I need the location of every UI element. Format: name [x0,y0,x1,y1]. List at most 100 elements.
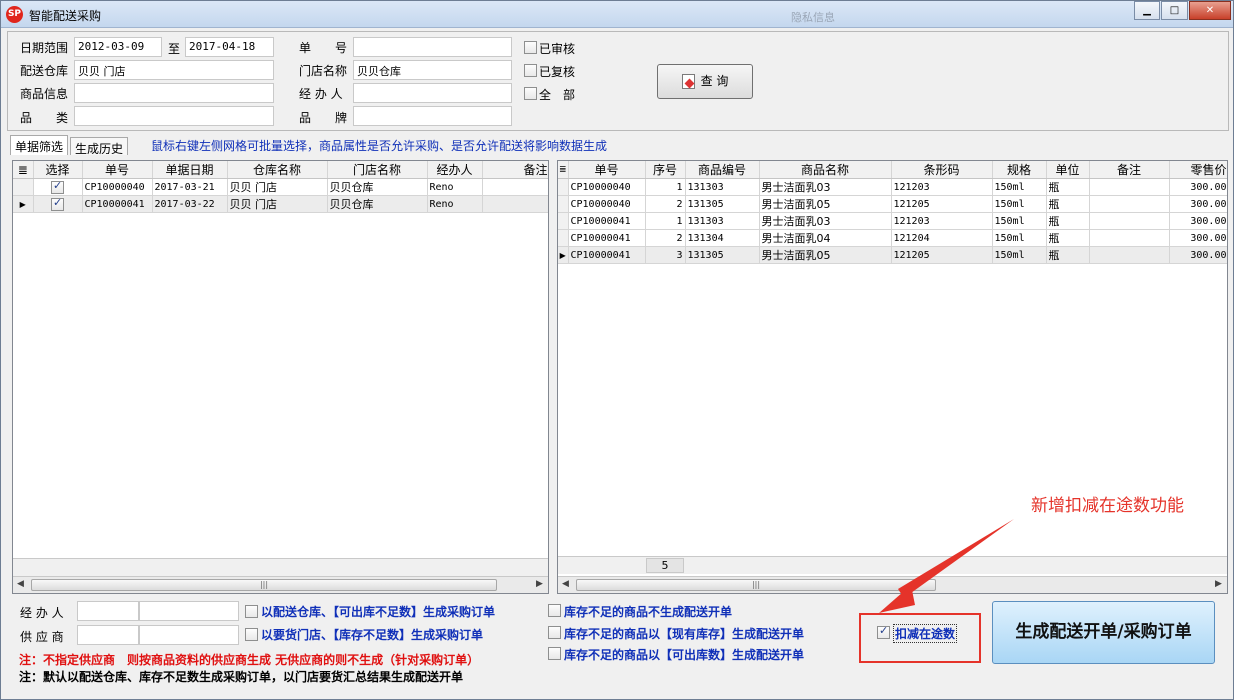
store-name-input[interactable]: 贝贝仓库 [353,60,512,80]
cell-price: 300.00 [1169,212,1227,230]
grid-menu-icon[interactable]: ≣ [558,161,569,179]
col-remark[interactable]: 备注 [482,161,548,179]
tab-filter[interactable]: 单据筛选 [10,135,69,155]
close-button[interactable]: ✕ [1189,1,1231,20]
cell-price: 300.00 [1169,178,1227,196]
order-no-input[interactable] [353,37,512,57]
opt-warehouse-purchase-label: 以配送仓库、【可出库不足数】生成采购订单 [261,605,496,619]
scroll-right-icon[interactable]: ▶ [536,579,543,589]
row-indicator [558,229,569,247]
col-order-no[interactable]: 单号 [568,161,646,179]
grid-menu-icon[interactable]: ≣ [13,161,34,179]
title-ghost-text: 隐私信息 [791,11,835,24]
scroll-left-icon[interactable]: ◀ [562,579,569,589]
cell-spec: 150ml [992,212,1047,230]
date-from-input[interactable]: 2012-03-09 [74,37,162,57]
col-unit[interactable]: 单位 [1046,161,1090,179]
table-row[interactable]: ▶ CP10000041 2017-03-22 贝贝 门店 贝贝仓库 Reno [13,195,548,213]
opt-available-stock-checkbox[interactable] [548,647,561,660]
cell-store: 贝贝仓库 [327,195,428,213]
col-seq[interactable]: 序号 [645,161,686,179]
approved-label: 已审核 [539,42,576,56]
col-price[interactable]: 零售价 [1169,161,1227,179]
title-bar[interactable]: SP 智能配送采购 隐私信息 ▁ □ ✕ [1,1,1233,28]
maximize-button[interactable]: □ [1161,1,1188,20]
cell-spec: 150ml [992,246,1047,264]
cell-date: 2017-03-21 [152,178,228,196]
table-row[interactable]: CP10000041 1 131303 男士洁面乳03 121203 150ml… [558,212,1227,230]
minimize-button[interactable]: ▁ [1134,1,1160,20]
scroll-left-icon[interactable]: ◀ [17,579,24,589]
query-icon [681,74,695,89]
cell-barcode: 121203 [891,178,993,196]
cell-spec: 150ml [992,195,1047,213]
col-warehouse[interactable]: 仓库名称 [227,161,328,179]
table-row[interactable]: ▶ CP10000041 3 131305 男士洁面乳05 121205 150… [558,246,1227,264]
cell-remark [1089,246,1170,264]
order-grid-scrollbar[interactable]: ◀ ||| ▶ [13,576,548,593]
cell-barcode: 121204 [891,229,993,247]
all-checkbox[interactable] [524,87,537,100]
handler-label: 经 办 人 [299,87,343,101]
scroll-right-icon[interactable]: ▶ [1215,579,1222,589]
cell-order-no: CP10000041 [568,229,646,247]
bottom-handler-code-input[interactable] [77,601,139,621]
supplier-code-input[interactable] [77,625,139,645]
deduct-in-transit-checkbox[interactable] [877,624,890,639]
generate-orders-button[interactable]: 生成配送开单/采购订单 [992,601,1215,664]
supplier-name-input[interactable] [139,625,239,645]
tab-history[interactable]: 生成历史 [70,137,129,156]
warehouse-input[interactable]: 贝贝 门店 [74,60,274,80]
note-supplier: 注：不指定供应商 则按商品资料的供应商生成 无供应商的则不生成（针对采购订单） [19,653,480,667]
col-barcode[interactable]: 条形码 [891,161,993,179]
table-row[interactable]: CP10000040 2017-03-21 贝贝 门店 贝贝仓库 Reno [13,178,548,196]
col-store[interactable]: 门店名称 [327,161,428,179]
detail-grid-header: ≣ 单号 序号 商品编号 商品名称 条形码 规格 单位 备注 零售价 [558,161,1227,179]
cell-remark [1089,178,1170,196]
col-date[interactable]: 单据日期 [152,161,228,179]
col-spec[interactable]: 规格 [992,161,1047,179]
handler-input[interactable] [353,83,512,103]
bottom-handler-name-input[interactable] [139,601,239,621]
table-row[interactable]: CP10000040 2 131305 男士洁面乳05 121205 150ml… [558,195,1227,213]
col-product-name[interactable]: 商品名称 [759,161,892,179]
cell-remark [1089,229,1170,247]
opt-warehouse-purchase-checkbox[interactable] [245,605,258,618]
order-grid-footer [13,558,548,576]
date-range-label: 日期范围 [20,41,69,55]
current-row-arrow-icon: ▶ [13,195,34,213]
date-to-input[interactable]: 2017-04-18 [185,37,274,57]
annotation-text: 新增扣减在途数功能 [1031,496,1184,516]
cell-barcode: 121205 [891,246,993,264]
scroll-thumb[interactable]: ||| [31,579,497,591]
cell-store: 贝贝仓库 [327,178,428,196]
col-product-code[interactable]: 商品编号 [685,161,760,179]
opt-no-delivery-checkbox[interactable] [548,604,561,617]
cell-spec: 150ml [992,178,1047,196]
table-row[interactable]: CP10000040 1 131303 男士洁面乳03 121203 150ml… [558,178,1227,196]
query-button[interactable]: 查 询 [657,64,753,99]
brand-input[interactable] [353,106,512,126]
col-select[interactable]: 选择 [33,161,83,179]
reviewed-checkbox[interactable] [524,64,537,77]
brand-label: 品 牌 [299,111,348,125]
cell-product-name: 男士洁面乳05 [759,195,892,213]
col-remark[interactable]: 备注 [1089,161,1170,179]
row-select-checkbox[interactable] [51,196,64,211]
col-handler[interactable]: 经办人 [427,161,483,179]
order-no-label: 单 号 [299,41,348,55]
opt-current-stock-checkbox[interactable] [548,626,561,639]
opt-store-purchase-checkbox[interactable] [245,628,258,641]
cell-product-code: 131303 [685,212,760,230]
product-info-input[interactable] [74,83,274,103]
category-input[interactable] [74,106,274,126]
order-grid[interactable]: ≣ 选择 单号 单据日期 仓库名称 门店名称 经办人 备注 CP10000040… [12,160,549,594]
cell-seq: 3 [645,246,686,264]
cell-seq: 2 [645,195,686,213]
approved-checkbox[interactable] [524,41,537,54]
row-select-checkbox[interactable] [51,179,64,194]
cell-unit: 瓶 [1046,229,1090,247]
cell-barcode: 121203 [891,212,993,230]
table-row[interactable]: CP10000041 2 131304 男士洁面乳04 121204 150ml… [558,229,1227,247]
col-order-no[interactable]: 单号 [82,161,153,179]
